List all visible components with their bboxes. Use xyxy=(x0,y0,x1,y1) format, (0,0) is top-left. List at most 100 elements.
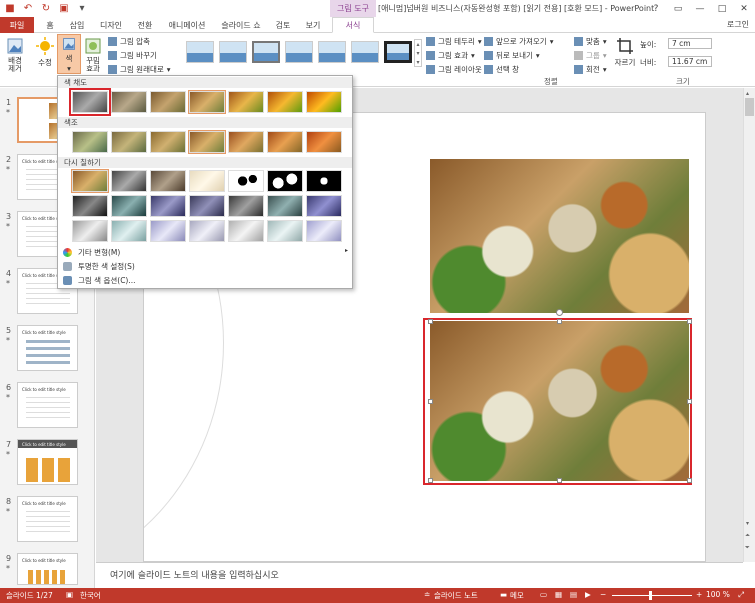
tab-slideshow[interactable]: 슬라이드 쇼 xyxy=(218,18,264,32)
bring-forward-button[interactable]: 앞으로 가져오기 ▾ xyxy=(484,36,553,47)
picture-style-1[interactable] xyxy=(186,41,214,63)
food-photo-original[interactable] xyxy=(430,159,689,313)
tab-format[interactable]: 서식 xyxy=(332,17,374,33)
saturation-400-thumb[interactable] xyxy=(306,91,342,113)
recolor-dark-7-thumb[interactable] xyxy=(306,195,342,217)
recolor-none-thumb[interactable] xyxy=(71,169,109,193)
more-variations-item[interactable]: 기타 변형(M) ▸ xyxy=(63,247,348,258)
scroll-thumb[interactable] xyxy=(745,98,754,116)
color-button[interactable]: 색 ▾ xyxy=(57,34,81,74)
saturation-200-thumb[interactable] xyxy=(228,91,264,113)
picture-effects-button[interactable]: 그림 효과 ▾ xyxy=(426,50,475,61)
sign-in-link[interactable]: 로그인 xyxy=(727,19,749,30)
tone-5300k-thumb[interactable] xyxy=(111,131,147,153)
fit-slide-icon[interactable]: ⤢ xyxy=(738,590,744,600)
comments-button[interactable]: 메모 xyxy=(510,590,524,601)
slide-thumbnail-8[interactable]: Click to edit title style xyxy=(17,496,78,542)
slide-thumbnail-5[interactable]: Click to edit title style xyxy=(17,325,78,371)
recolor-bw-75-thumb[interactable] xyxy=(306,170,342,192)
present-icon[interactable]: ▣ xyxy=(58,2,70,14)
align-button[interactable]: 맞춤 ▾ xyxy=(574,36,607,47)
recolor-bw-50-thumb[interactable] xyxy=(267,170,303,192)
language-indicator[interactable]: 한국어 xyxy=(80,590,101,601)
recolor-dark-6-thumb[interactable] xyxy=(267,195,303,217)
recolor-light-3-thumb[interactable] xyxy=(150,220,186,242)
resize-handle[interactable] xyxy=(687,319,692,324)
restore-ribbon-button[interactable]: ▭ xyxy=(667,0,689,17)
tab-design[interactable]: 디자인 xyxy=(96,18,126,32)
zoom-slider-thumb[interactable] xyxy=(649,591,652,600)
scroll-up-icon[interactable]: ▴ xyxy=(746,90,749,97)
saturation-300-thumb[interactable] xyxy=(267,91,303,113)
change-picture-button[interactable]: 그림 바꾸기 xyxy=(108,50,157,61)
tone-6500k-thumb[interactable] xyxy=(188,130,226,154)
resize-handle[interactable] xyxy=(557,319,562,324)
tab-view[interactable]: 보기 xyxy=(302,18,324,32)
picture-style-4[interactable] xyxy=(285,41,313,63)
tab-review[interactable]: 검토 xyxy=(272,18,294,32)
slideshow-view-icon[interactable]: ▶ xyxy=(585,590,591,599)
recolor-dark-1-thumb[interactable] xyxy=(72,195,108,217)
tone-11200k-thumb[interactable] xyxy=(306,131,342,153)
width-input[interactable]: 11.67 cm xyxy=(668,56,712,67)
slide-thumbnail-7[interactable]: Click to edit title style xyxy=(17,439,78,485)
picture-style-6[interactable] xyxy=(351,41,379,63)
resize-handle[interactable] xyxy=(428,399,433,404)
recolor-light-1-thumb[interactable] xyxy=(72,220,108,242)
recolor-dark-3-thumb[interactable] xyxy=(150,195,186,217)
rotate-handle[interactable] xyxy=(556,309,563,316)
remove-background-button[interactable]: 배경 제거 xyxy=(4,37,26,73)
picture-style-2[interactable] xyxy=(219,41,247,63)
previous-slide-icon[interactable]: ⏶ xyxy=(745,532,750,540)
height-input[interactable]: 7 cm xyxy=(668,38,712,49)
recolor-light-6-thumb[interactable] xyxy=(267,220,303,242)
set-transparent-color-item[interactable]: 투명한 색 설정(S) xyxy=(63,261,135,272)
slide-sorter-icon[interactable]: ▦ xyxy=(555,590,562,599)
picture-style-7[interactable] xyxy=(384,41,412,63)
resize-handle[interactable] xyxy=(557,478,562,483)
normal-view-icon[interactable]: ▭ xyxy=(540,590,547,599)
recolor-washout-thumb[interactable] xyxy=(189,170,225,192)
saturation-100-thumb[interactable] xyxy=(188,90,226,114)
reset-picture-button[interactable]: 그림 원래대로 ▾ xyxy=(108,64,171,75)
close-button[interactable]: ✕ xyxy=(733,0,755,17)
zoom-in-icon[interactable]: + xyxy=(696,590,702,599)
help-button[interactable]: ? xyxy=(645,0,667,17)
recolor-grayscale-thumb[interactable] xyxy=(111,170,147,192)
zoom-out-icon[interactable]: − xyxy=(600,590,606,599)
undo-icon[interactable]: ↶ xyxy=(22,2,34,14)
artistic-effects-button[interactable]: 꾸밈 효과 xyxy=(83,37,103,73)
resize-handle[interactable] xyxy=(687,399,692,404)
resize-handle[interactable] xyxy=(428,319,433,324)
recolor-bw-25-thumb[interactable] xyxy=(228,170,264,192)
tab-home[interactable]: 홈 xyxy=(42,18,58,32)
group-button[interactable]: 그룹 ▾ xyxy=(574,50,607,61)
zoom-level[interactable]: 100 % xyxy=(706,590,730,599)
picture-style-3[interactable] xyxy=(252,41,280,63)
picture-color-options-item[interactable]: 그림 색 옵션(C)... xyxy=(63,275,136,286)
resize-handle[interactable] xyxy=(428,478,433,483)
compress-pictures-button[interactable]: 그림 압축 xyxy=(108,36,150,47)
tone-8800k-thumb[interactable] xyxy=(267,131,303,153)
tone-7200k-thumb[interactable] xyxy=(228,131,264,153)
tone-4700k-thumb[interactable] xyxy=(72,131,108,153)
recolor-light-2-thumb[interactable] xyxy=(111,220,147,242)
picture-style-5[interactable] xyxy=(318,41,346,63)
maximize-button[interactable]: □ xyxy=(711,0,733,17)
spell-check-icon[interactable]: ▣ xyxy=(66,590,73,599)
recolor-dark-5-thumb[interactable] xyxy=(228,195,264,217)
notes-pane[interactable]: 여기에 슬라이드 노트의 내용을 입력하십시오 xyxy=(96,562,743,588)
recolor-light-7-thumb[interactable] xyxy=(306,220,342,242)
scroll-down-icon[interactable]: ▾ xyxy=(746,520,749,527)
send-backward-button[interactable]: 뒤로 보내기 ▾ xyxy=(484,50,540,61)
tab-insert[interactable]: 삽입 xyxy=(66,18,88,32)
minimize-button[interactable]: — xyxy=(689,0,711,17)
crop-button[interactable]: 자르기 xyxy=(614,37,636,68)
recolor-dark-4-thumb[interactable] xyxy=(189,195,225,217)
zoom-slider[interactable] xyxy=(612,595,692,596)
saturation-66-thumb[interactable] xyxy=(150,91,186,113)
gallery-scroll[interactable]: ▴ ▾ ▾ xyxy=(414,39,422,67)
rotate-button[interactable]: 회전 ▾ xyxy=(574,64,607,75)
saturation-0-thumb[interactable] xyxy=(69,88,111,116)
resize-handle[interactable] xyxy=(687,478,692,483)
